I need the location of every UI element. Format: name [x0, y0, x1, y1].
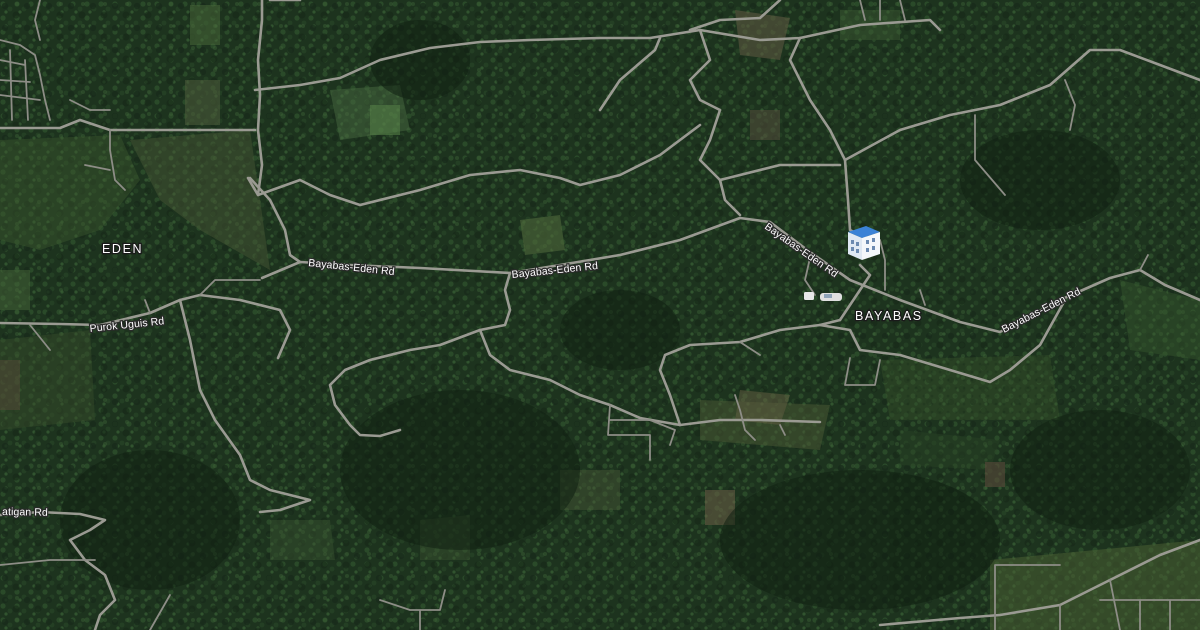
road-label-atigan: atigan Rd: [2, 506, 48, 519]
vehicle-icon[interactable]: [804, 292, 842, 301]
school-building-icon[interactable]: [848, 226, 880, 260]
place-label-bayabas[interactable]: BAYABAS: [854, 308, 923, 325]
satellite-map[interactable]: EDEN BAYABAS Bayabas-Eden Rd Bayabas-Ede…: [0, 0, 1200, 630]
place-label-eden[interactable]: EDEN: [101, 241, 143, 258]
map-canvas: EDEN BAYABAS Bayabas-Eden Rd Bayabas-Ede…: [0, 0, 1200, 630]
